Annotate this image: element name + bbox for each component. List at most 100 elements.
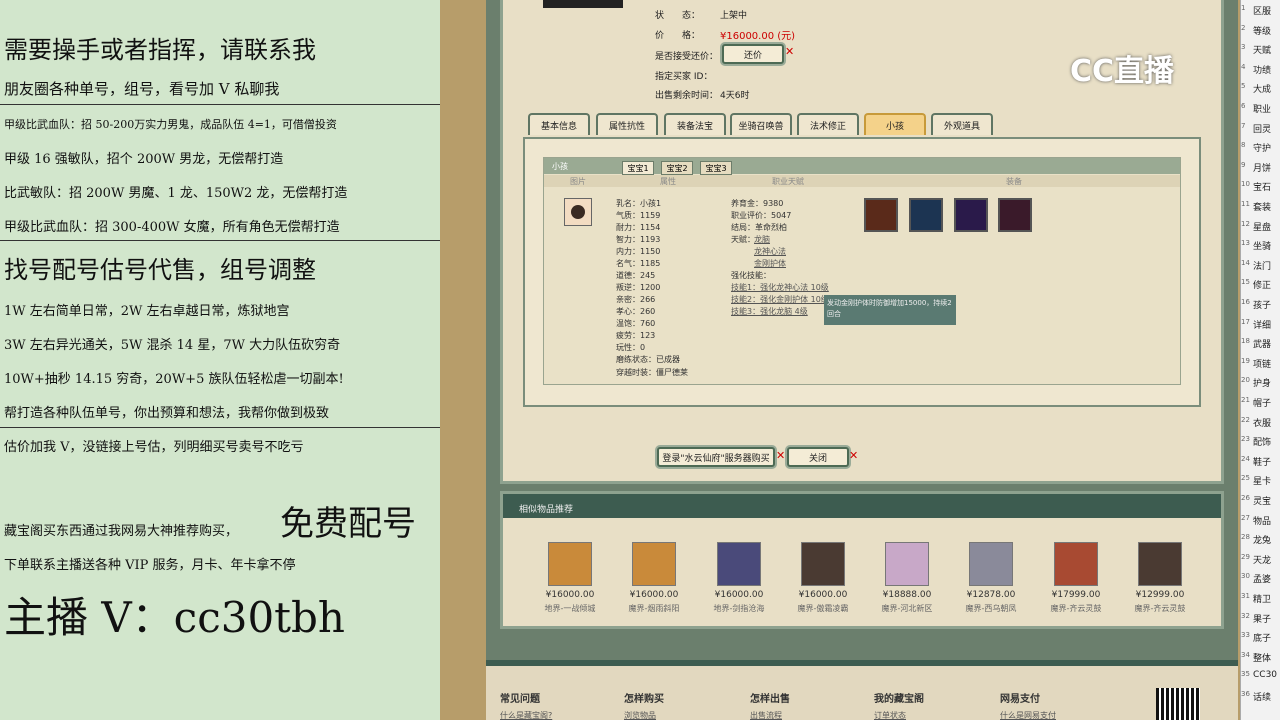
tab-mounts-pets[interactable]: 坐骑召唤兽 <box>730 113 792 135</box>
bargain-button[interactable]: 还价 <box>722 44 784 64</box>
sidebar-cell[interactable]: 果子 <box>1253 612 1271 625</box>
close-icon[interactable]: ✕ <box>776 449 785 462</box>
sidebar-cell[interactable]: 回灵 <box>1253 122 1271 135</box>
sidebar-cell[interactable]: 物品 <box>1253 514 1271 527</box>
sidebar-cell[interactable]: 帽子 <box>1253 396 1271 409</box>
talent-link[interactable]: 龙神心法 <box>754 246 786 257</box>
tab-child[interactable]: 小孩 <box>864 113 926 135</box>
subtab-baby-2[interactable]: 宝宝2 <box>661 161 693 175</box>
subtab-baby-3[interactable]: 宝宝3 <box>700 161 732 175</box>
footer-heading: 网易支付 <box>1000 694 1040 705</box>
sidebar-cell[interactable]: 宝石 <box>1253 180 1271 193</box>
skill-label: 强化技能： <box>731 271 771 280</box>
similar-item[interactable]: ¥12878.00 魔界-西乌朝凤 <box>956 542 1026 614</box>
sidebar-cell[interactable]: 孩子 <box>1253 298 1271 311</box>
skill-tooltip: 发动金刚护体时防御增加15000，持续2回合 <box>824 295 956 325</box>
footer-link[interactable]: 订单状态 <box>874 710 906 720</box>
sidebar-cell[interactable]: CC30 <box>1253 670 1277 680</box>
row-number: 13 <box>1241 239 1250 248</box>
divider <box>0 427 440 428</box>
row-number: 11 <box>1241 200 1250 208</box>
attr-row: 名气：1185 <box>616 259 661 268</box>
similar-item[interactable]: ¥16000.00 魔界-傲霜凌霸 <box>788 542 858 614</box>
sidebar-cell[interactable]: 项链 <box>1253 357 1271 370</box>
sidebar-cell[interactable]: 衣服 <box>1253 416 1271 429</box>
item-avatar <box>717 542 761 586</box>
skill-link[interactable]: 技能2：强化金刚护体 10级 <box>731 294 829 305</box>
footer-link[interactable]: 浏览物品 <box>624 710 656 720</box>
footer-link[interactable]: 什么是藏宝阁? <box>500 710 552 720</box>
sidebar-cell[interactable]: 孟婆 <box>1253 572 1271 585</box>
sidebar-cell[interactable]: 整体 <box>1253 651 1271 664</box>
sidebar-cell[interactable]: 修正 <box>1253 278 1271 291</box>
sidebar-cell[interactable]: 功绩 <box>1253 63 1271 76</box>
footer-link[interactable]: 出售流程 <box>750 710 782 720</box>
row-number: 35 <box>1241 670 1250 679</box>
talent-link[interactable]: 龙脑 <box>754 234 770 245</box>
attr-row: 孝心：260 <box>616 307 656 316</box>
sidebar-cell[interactable]: 龙兔 <box>1253 533 1271 546</box>
sidebar-cell[interactable]: 等级 <box>1253 24 1271 37</box>
sidebar-cell[interactable]: 区服 <box>1253 4 1271 17</box>
tab-equipment[interactable]: 装备法宝 <box>664 113 726 135</box>
skill-link[interactable]: 技能1：强化龙神心法 10级 <box>731 282 829 293</box>
sidebar-cell[interactable]: 精卫 <box>1253 592 1271 605</box>
row-number: 18 <box>1241 337 1250 346</box>
bargain-label: 是否接受还价： <box>655 52 719 62</box>
overlay-line: 甲级 16 强敏队，招个 200W 男龙，无偿帮打造 <box>4 152 284 167</box>
child-header: 小孩 <box>552 162 568 171</box>
sidebar-cell[interactable]: 天龙 <box>1253 553 1271 566</box>
tab-spell-correction[interactable]: 法术修正 <box>797 113 859 135</box>
item-avatar <box>632 542 676 586</box>
close-icon[interactable]: ✕ <box>785 45 794 58</box>
sidebar-cell[interactable]: 话续 <box>1253 690 1271 703</box>
footer-heading: 我的藏宝阁 <box>874 694 924 705</box>
similar-item[interactable]: ¥16000.00 魔界-烟雨斜阳 <box>619 542 689 614</box>
similar-item[interactable]: ¥12999.00 魔界-齐云灵鼓 <box>1125 542 1195 614</box>
item-avatar <box>885 542 929 586</box>
sidebar-cell[interactable]: 天赋 <box>1253 43 1271 56</box>
subtab-baby-1[interactable]: 宝宝1 <box>622 161 654 175</box>
sidebar-cell[interactable]: 护身 <box>1253 376 1271 389</box>
similar-item[interactable]: ¥17999.00 魔界-齐云灵鼓 <box>1041 542 1111 614</box>
attr-row: 亲密：266 <box>616 295 656 304</box>
item-server: 魔界-齐云灵鼓 <box>1134 604 1186 613</box>
sidebar-cell[interactable]: 详细 <box>1253 318 1271 331</box>
similar-item[interactable]: ¥18888.00 魔界-河北新区 <box>872 542 942 614</box>
item-price: ¥12878.00 <box>966 590 1016 600</box>
skill-link[interactable]: 技能3：强化龙脑 4级 <box>731 306 808 317</box>
row-number: 17 <box>1241 317 1250 326</box>
similar-item[interactable]: ¥16000.00 地界-剑指沧海 <box>704 542 774 614</box>
sidebar-cell[interactable]: 底子 <box>1253 631 1271 644</box>
overlay-line: 藏宝阁买东西通过我网易大神推荐购买， <box>4 524 239 539</box>
tab-basic-info[interactable]: 基本信息 <box>528 113 590 135</box>
sidebar-cell[interactable]: 灵宝 <box>1253 494 1271 507</box>
similar-item[interactable]: ¥16000.00 地界-一战倾城 <box>535 542 605 614</box>
sidebar-cell[interactable]: 职业 <box>1253 102 1271 115</box>
sidebar-cell[interactable]: 月饼 <box>1253 161 1271 174</box>
close-icon[interactable]: ✕ <box>849 449 858 462</box>
sidebar-cell[interactable]: 坐骑 <box>1253 239 1271 252</box>
talent-link[interactable]: 金刚护体 <box>754 258 786 269</box>
sidebar-cell[interactable]: 套装 <box>1253 200 1271 213</box>
sidebar-cell[interactable]: 武器 <box>1253 337 1271 350</box>
tab-appearance[interactable]: 外观道具 <box>931 113 993 135</box>
sidebar-cell[interactable]: 守护 <box>1253 141 1271 154</box>
sidebar-cell[interactable]: 星卡 <box>1253 474 1271 487</box>
sidebar-cell[interactable]: 星盘 <box>1253 220 1271 233</box>
attr-row: 道德：245 <box>616 271 656 280</box>
sidebar-cell[interactable]: 鞋子 <box>1253 455 1271 468</box>
col-equipment: 装备 <box>1006 177 1022 186</box>
sidebar-cell[interactable]: 法门 <box>1253 259 1271 272</box>
equipment-slot[interactable] <box>998 198 1032 232</box>
sidebar-cell[interactable]: 配饰 <box>1253 435 1271 448</box>
sidebar-cell[interactable]: 大成 <box>1253 82 1271 95</box>
row-number: 24 <box>1241 454 1250 463</box>
close-button[interactable]: 关闭 <box>787 447 849 467</box>
equipment-slot[interactable] <box>909 198 943 232</box>
equipment-slot[interactable] <box>864 198 898 232</box>
equipment-slot[interactable] <box>954 198 988 232</box>
tab-attributes[interactable]: 属性抗性 <box>596 113 658 135</box>
buy-button[interactable]: 登录"水云仙府"服务器购买 <box>657 447 775 467</box>
footer-link[interactable]: 什么是网易支付 <box>1000 710 1056 720</box>
